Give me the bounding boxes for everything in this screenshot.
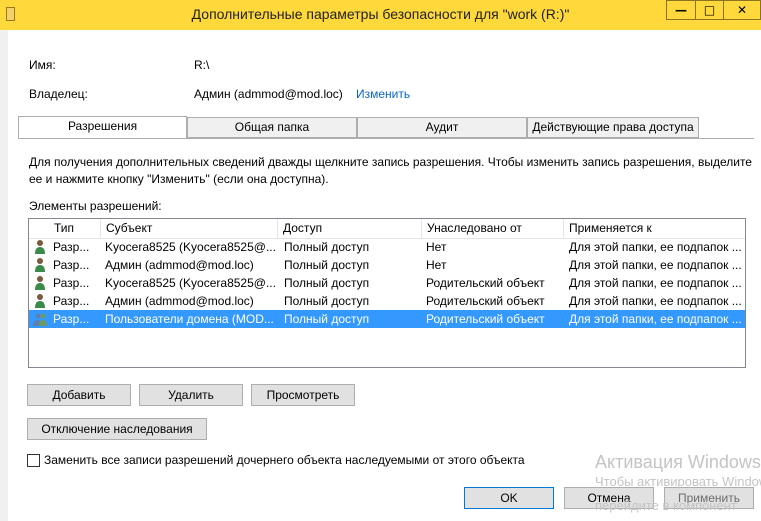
disable-inheritance-button[interactable]: Отключение наследования bbox=[27, 418, 207, 440]
tab-panel-border bbox=[18, 138, 754, 139]
permissions-list[interactable]: Тип Субъект Доступ Унаследовано от Приме… bbox=[28, 218, 746, 368]
column-access[interactable]: Доступ bbox=[278, 219, 422, 238]
cell-type: Разр... bbox=[53, 312, 90, 326]
cell-subject: Админ (admmod@mod.loc) bbox=[105, 294, 254, 308]
list-header: Тип Субъект Доступ Унаследовано от Приме… bbox=[29, 219, 745, 239]
tab-effective-access[interactable]: Действующие права доступа bbox=[527, 117, 699, 138]
change-owner-link[interactable]: Изменить bbox=[356, 87, 410, 101]
user-icon bbox=[35, 258, 45, 272]
name-label: Имя: bbox=[29, 58, 56, 72]
column-inherited[interactable]: Унаследовано от bbox=[422, 219, 564, 238]
title-bar: Дополнительные параметры безопасности дл… bbox=[0, 0, 761, 30]
cell-inherited: Родительский объект bbox=[426, 294, 545, 308]
description-line-1: Для получения дополнительных сведений дв… bbox=[29, 155, 752, 169]
minimize-button[interactable]: — bbox=[666, 0, 695, 20]
cell-subject: Админ (admmod@mod.loc) bbox=[105, 258, 254, 272]
ok-button[interactable]: OK bbox=[464, 487, 554, 509]
cell-type: Разр... bbox=[53, 276, 90, 290]
cell-access: Полный доступ bbox=[284, 312, 370, 326]
replace-child-permissions-checkbox[interactable] bbox=[27, 454, 40, 467]
owner-value: Админ (admmod@mod.loc) bbox=[194, 87, 343, 101]
table-row-selected[interactable]: Разр... Пользователи домена (MOD... Полн… bbox=[29, 310, 745, 328]
cell-inherited: Нет bbox=[426, 240, 447, 254]
activation-watermark-line: перейдите в компонент bbox=[595, 498, 737, 513]
cell-inherited: Родительский объект bbox=[426, 312, 545, 326]
cell-subject: Kyocera8525 (Kyocera8525@... bbox=[105, 240, 276, 254]
tab-shared-folder[interactable]: Общая папка bbox=[187, 117, 357, 138]
activation-watermark-title: Активация Windows bbox=[595, 452, 761, 472]
cell-type: Разр... bbox=[53, 258, 90, 272]
table-row[interactable]: Разр... Kyocera8525 (Kyocera8525@... Пол… bbox=[29, 238, 745, 256]
user-icon bbox=[35, 294, 45, 308]
view-button[interactable]: Просмотреть bbox=[251, 384, 355, 406]
column-applies[interactable]: Применяется к bbox=[564, 219, 745, 238]
cell-inherited: Нет bbox=[426, 258, 447, 272]
description-line-2: ее и нажмите кнопку "Изменить" (если она… bbox=[29, 172, 329, 186]
tab-permissions[interactable]: Разрешения bbox=[18, 116, 187, 139]
cell-subject: Kyocera8525 (Kyocera8525@... bbox=[105, 276, 276, 290]
tab-audit[interactable]: Аудит bbox=[357, 117, 527, 138]
cell-inherited: Родительский объект bbox=[426, 276, 545, 290]
table-row[interactable]: Разр... Админ (admmod@mod.loc) Полный до… bbox=[29, 256, 745, 274]
close-button[interactable]: ✕ bbox=[724, 0, 761, 20]
table-row[interactable]: Разр... Kyocera8525 (Kyocera8525@... Пол… bbox=[29, 274, 745, 292]
cell-applies: Для этой папки, ее подпапок ... bbox=[569, 258, 742, 272]
user-icon bbox=[35, 240, 45, 254]
add-button[interactable]: Добавить bbox=[27, 384, 131, 406]
cell-access: Полный доступ bbox=[284, 240, 370, 254]
cell-access: Полный доступ bbox=[284, 276, 370, 290]
user-icon bbox=[35, 276, 45, 290]
cell-access: Полный доступ bbox=[284, 294, 370, 308]
permission-entries-label: Элементы разрешений: bbox=[29, 199, 162, 213]
activation-watermark-line: Чтобы активировать Windows, bbox=[595, 474, 761, 489]
cell-applies: Для этой папки, ее подпапок ... bbox=[569, 312, 742, 326]
cell-type: Разр... bbox=[53, 294, 90, 308]
owner-label: Владелец: bbox=[29, 87, 88, 101]
cell-access: Полный доступ bbox=[284, 258, 370, 272]
cell-applies: Для этой папки, ее подпапок ... bbox=[569, 240, 742, 254]
replace-child-permissions-label: Заменить все записи разрешений дочернего… bbox=[44, 453, 525, 467]
cell-subject: Пользователи домена (MOD... bbox=[105, 312, 274, 326]
column-subject[interactable]: Субъект bbox=[101, 219, 278, 238]
cell-applies: Для этой папки, ее подпапок ... bbox=[569, 294, 742, 308]
table-row[interactable]: Разр... Админ (admmod@mod.loc) Полный до… bbox=[29, 292, 745, 310]
cell-applies: Для этой папки, ее подпапок ... bbox=[569, 276, 742, 290]
maximize-button[interactable]: □ bbox=[695, 0, 724, 20]
window-title: Дополнительные параметры безопасности дл… bbox=[191, 6, 570, 22]
column-type[interactable]: Тип bbox=[49, 219, 101, 238]
group-icon bbox=[33, 313, 47, 326]
name-value: R:\ bbox=[194, 58, 210, 72]
cell-type: Разр... bbox=[53, 240, 90, 254]
remove-button[interactable]: Удалить bbox=[139, 384, 243, 406]
